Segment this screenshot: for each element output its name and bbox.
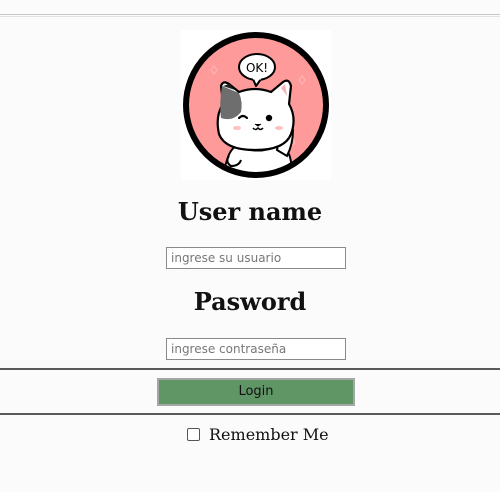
username-heading: User name [177,197,323,226]
remember-me-checkbox[interactable] [187,427,200,441]
remember-me-label: Remember Me [209,424,329,444]
login-button[interactable]: Login [157,378,355,406]
speech-bubble-text: OK! [246,61,268,75]
password-heading: Pasword [193,287,307,316]
avatar: OK! [181,30,331,180]
top-divider [0,14,500,17]
remember-me-row[interactable]: Remember Me [187,424,329,444]
username-input[interactable] [166,247,346,269]
cat-mascot-icon: OK! [183,32,329,178]
divider-below-login [0,413,500,415]
password-input[interactable] [166,338,346,360]
divider-above-login [0,368,500,370]
login-page: OK! User name Pasword Login Remember Me [0,0,500,492]
